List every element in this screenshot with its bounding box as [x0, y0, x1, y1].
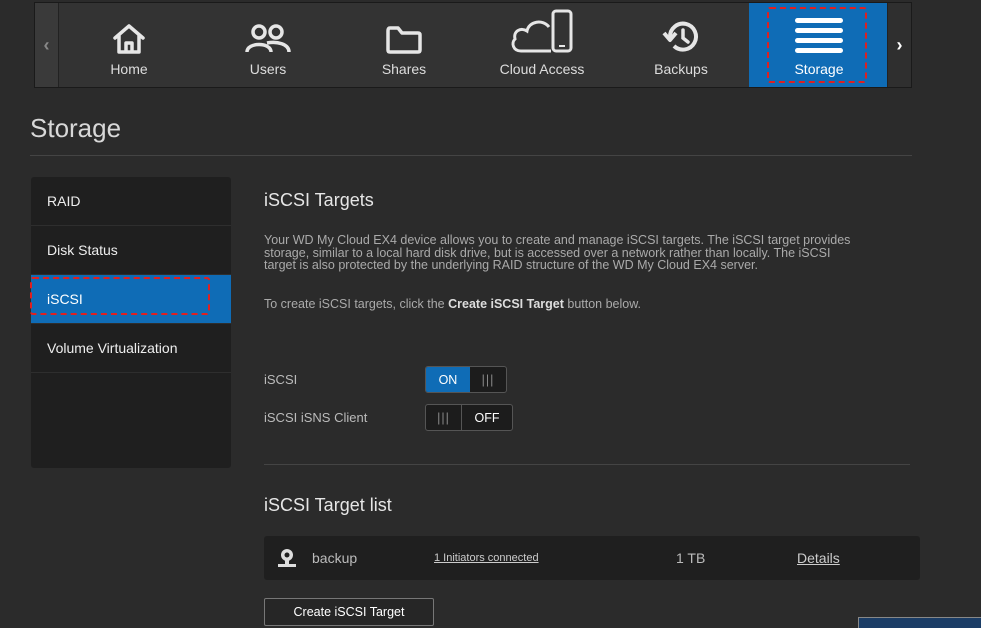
sidebar-item-label: RAID	[47, 193, 81, 209]
section-heading: iSCSI Targets	[264, 190, 374, 210]
users-icon	[245, 24, 291, 53]
instruction-prefix: To create iSCSI targets, click the	[264, 297, 449, 311]
storage-highlight-box	[767, 7, 867, 83]
sidebar-item-raid[interactable]: RAID	[31, 177, 231, 226]
table-row: backup 1 Initiators connected 1 TB Detai…	[264, 536, 920, 580]
iscsi-toggle[interactable]: ON |||	[425, 366, 507, 393]
nav-scroll-right-button[interactable]: ›	[887, 3, 911, 87]
home-icon	[113, 24, 145, 54]
target-size: 1 TB	[676, 550, 706, 566]
description-line: target is also protected by the underlyi…	[264, 258, 758, 272]
page-title: Storage	[30, 113, 122, 143]
target-list-heading: iSCSI Target list	[264, 495, 392, 515]
initiators-link[interactable]: 1 Initiators connected	[434, 536, 539, 580]
nav-item-shares[interactable]: Shares	[337, 3, 471, 87]
chevron-right-icon: ›	[896, 34, 903, 55]
sidebar-item-volume-virtualization[interactable]: Volume Virtualization	[31, 324, 231, 373]
instruction-bold: Create iSCSI Target	[448, 297, 564, 311]
sidebar-item-disk-status[interactable]: Disk Status	[31, 226, 231, 275]
toggle-off-label: OFF	[461, 405, 512, 430]
sidebar: RAID Disk Status iSCSI Volume Virtualiza…	[31, 177, 231, 468]
sidebar-item-label: Volume Virtualization	[47, 340, 178, 356]
chevron-left-icon: ‹	[43, 34, 50, 55]
toggle-grip-icon: |||	[437, 410, 450, 425]
iscsi-label: iSCSI	[264, 372, 298, 387]
nav-item-label: Shares	[381, 61, 427, 77]
target-name: backup	[312, 550, 358, 566]
nav-item-label: Users	[249, 61, 287, 77]
toggle-on-label: ON	[426, 367, 470, 392]
nav-item-label: Cloud Access	[499, 61, 585, 77]
iscsi-highlight-box	[30, 277, 210, 315]
nav-item-backups[interactable]: Backups	[613, 3, 749, 87]
folder-icon	[386, 26, 422, 54]
sidebar-item-label: Disk Status	[47, 242, 118, 258]
divider	[30, 155, 912, 156]
nav-scroll-left-button[interactable]: ‹	[35, 3, 59, 87]
isns-client-toggle[interactable]: ||| OFF	[425, 404, 513, 431]
instruction-text: To create iSCSI targets, click the Creat…	[264, 297, 641, 311]
nav-item-users[interactable]: Users	[199, 3, 337, 87]
nav-item-cloud-access[interactable]: Cloud Access	[471, 3, 613, 87]
target-icon	[276, 536, 298, 580]
taskbar-fragment	[858, 617, 981, 628]
instruction-suffix: button below.	[563, 297, 642, 311]
cloud-device-icon	[511, 9, 573, 53]
details-link[interactable]: Details	[797, 536, 840, 580]
nav-item-label: Home	[110, 61, 148, 77]
divider	[264, 464, 910, 465]
nav-item-home[interactable]: Home	[59, 3, 199, 87]
section-heading-wrapper: iSCSI Targets	[264, 190, 924, 211]
nav-item-label: Backups	[654, 61, 708, 77]
history-icon	[662, 21, 698, 52]
create-iscsi-target-button[interactable]: Create iSCSI Target	[264, 598, 434, 626]
description-line: Your WD My Cloud EX4 device allows you t…	[264, 233, 851, 247]
isns-client-label: iSCSI iSNS Client	[264, 410, 368, 425]
toggle-grip-icon: |||	[481, 372, 495, 387]
description: Your WD My Cloud EX4 device allows you t…	[264, 234, 924, 272]
